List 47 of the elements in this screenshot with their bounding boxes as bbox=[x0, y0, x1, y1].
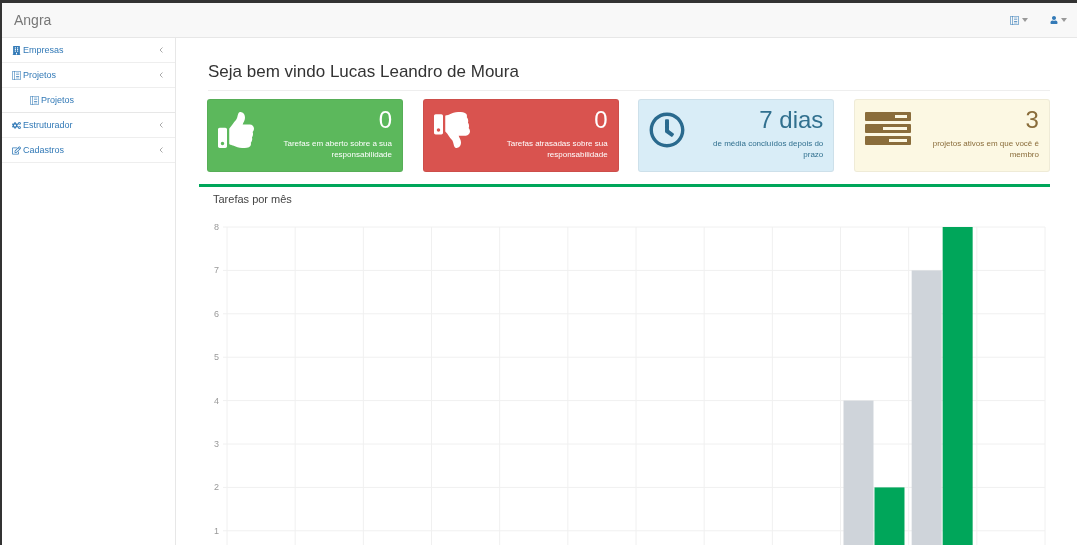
sidebar-item-label: Cadastros bbox=[23, 145, 65, 155]
chevron-left-icon bbox=[159, 147, 163, 153]
y-tick-label: 1 bbox=[214, 525, 219, 536]
panel-icon bbox=[30, 95, 39, 105]
stat-value: 7 dias bbox=[759, 106, 824, 134]
chart-title: Tarefas por mês bbox=[213, 193, 292, 205]
sidebar-item-label: Empresas bbox=[23, 45, 64, 55]
y-tick-label: 8 bbox=[214, 222, 219, 232]
messages-menu[interactable] bbox=[1010, 15, 1028, 25]
sidebar-item[interactable]: Empresas bbox=[2, 38, 175, 63]
sidebar-item-label: Projetos bbox=[41, 95, 75, 105]
y-tick-label: 4 bbox=[214, 395, 219, 406]
y-tick-label: 7 bbox=[214, 265, 219, 276]
stat-description: Tarefas atrasadas sobre sua responsabilidade bbox=[505, 138, 608, 160]
thumbs-down-icon bbox=[433, 112, 470, 148]
y-tick-label: 2 bbox=[214, 482, 219, 493]
sidebar-item[interactable]: Projetos bbox=[2, 63, 175, 88]
thumbs-up-icon bbox=[218, 112, 254, 148]
stat-description: projetos ativos em que você é membro bbox=[931, 138, 1039, 160]
building-icon bbox=[12, 45, 21, 55]
stat-value: 0 bbox=[594, 106, 608, 134]
list-icon bbox=[864, 112, 911, 146]
user-icon bbox=[1050, 16, 1058, 24]
user-menu[interactable] bbox=[1050, 16, 1067, 24]
caret-icon bbox=[1061, 18, 1067, 22]
y-tick-label: 3 bbox=[214, 439, 219, 449]
sidebar-item[interactable]: Estruturador bbox=[2, 113, 175, 138]
stat-value: 3 bbox=[1025, 106, 1039, 134]
edit-icon bbox=[12, 145, 21, 155]
brand-title[interactable]: Angra bbox=[14, 12, 988, 28]
panel-icon bbox=[12, 70, 21, 80]
y-tick-label: 5 bbox=[214, 352, 219, 363]
stat-description: de média concluídos depois do prazo bbox=[712, 138, 824, 160]
panel-icon bbox=[1010, 15, 1019, 25]
welcome-heading: Seja bem vindo Lucas Leandro de Moura bbox=[208, 62, 1050, 91]
chevron-left-icon bbox=[159, 72, 163, 78]
chevron-left-icon bbox=[159, 122, 163, 128]
clock-icon bbox=[649, 112, 686, 148]
caret-icon bbox=[1022, 18, 1028, 22]
stat-value: 0 bbox=[378, 106, 392, 134]
sidebar-item-label: Projetos bbox=[23, 70, 57, 80]
stat-description: Tarefas em aberto sobre a sua responsabilidade bbox=[282, 138, 392, 160]
gears-icon bbox=[12, 120, 21, 130]
sidebar-item[interactable]: Cadastros bbox=[2, 138, 175, 163]
sidebar-item-label: Estruturador bbox=[23, 120, 73, 130]
chevron-left-icon bbox=[159, 47, 163, 53]
y-tick-label: 6 bbox=[214, 308, 219, 319]
